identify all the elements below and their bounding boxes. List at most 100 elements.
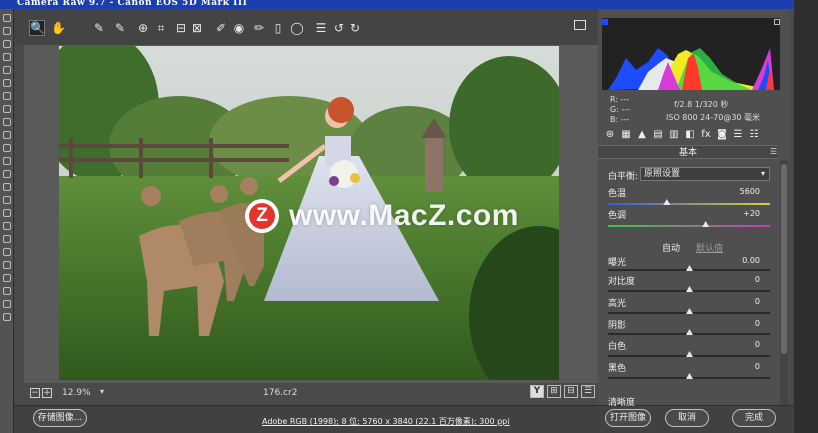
fullscreen-toggle-icon[interactable] xyxy=(574,20,586,30)
zoom-in-button[interactable]: + xyxy=(42,388,52,398)
tool-icon[interactable] xyxy=(3,157,11,165)
photoshop-tool-strip xyxy=(0,9,14,433)
photoshop-right-dock xyxy=(794,0,818,433)
tool-icon[interactable] xyxy=(3,196,11,204)
exposure-label: 曝光 xyxy=(608,258,627,268)
whites-value[interactable]: 0 xyxy=(700,340,760,349)
targeted-adjustment-tool-icon[interactable]: ⊕ xyxy=(136,21,150,35)
window-title-bar: Camera Raw 9.7 - Canon EOS 5D Mark III xyxy=(0,0,818,9)
preview-status-bar: − + 12.9% ▾ 176.cr2 Y ⊞ ⊟ ☰ xyxy=(24,384,598,402)
tool-icon[interactable] xyxy=(3,118,11,126)
watermark-text: www.MacZ.com xyxy=(289,199,519,232)
tool-icon[interactable] xyxy=(3,287,11,295)
tool-icon[interactable] xyxy=(3,40,11,48)
tool-icon[interactable] xyxy=(3,248,11,256)
tool-icon[interactable] xyxy=(3,79,11,87)
zoom-out-button[interactable]: − xyxy=(30,388,40,398)
tool-icon[interactable] xyxy=(3,300,11,308)
shadow-clipping-warning-icon[interactable] xyxy=(602,19,608,25)
tool-icon[interactable] xyxy=(3,274,11,282)
watermark: Z www.MacZ.com xyxy=(245,196,519,236)
tool-icon[interactable] xyxy=(3,144,11,152)
white-balance-label: 白平衡: xyxy=(608,172,639,182)
crop-tool-icon[interactable]: ⌗ xyxy=(154,21,168,35)
file-name: 176.cr2 xyxy=(263,388,298,398)
lens-corrections-tab-icon[interactable]: ◧ xyxy=(684,129,696,141)
tone-curve-tab-icon[interactable]: ▦ xyxy=(620,129,632,141)
highlights-value[interactable]: 0 xyxy=(700,297,760,306)
highlight-clipping-warning-icon[interactable] xyxy=(774,19,780,25)
rotate-left-icon[interactable]: ↺ xyxy=(332,21,346,35)
tool-icon[interactable] xyxy=(3,222,11,230)
tool-icon[interactable] xyxy=(3,131,11,139)
whites-label: 白色 xyxy=(608,342,627,352)
graduated-filter-icon[interactable]: ▯ xyxy=(271,21,285,35)
swap-view-button[interactable]: ⊞ xyxy=(547,385,561,398)
radial-filter-icon[interactable]: ◯ xyxy=(290,21,304,35)
exposure-value[interactable]: 0.00 xyxy=(700,256,760,265)
tool-icon[interactable] xyxy=(3,209,11,217)
cancel-button[interactable]: 取消 xyxy=(665,409,709,427)
done-button[interactable]: 完成 xyxy=(732,409,776,427)
auto-link[interactable]: 自动 xyxy=(662,241,680,254)
tool-icon[interactable] xyxy=(3,53,11,61)
shadows-label: 阴影 xyxy=(608,321,627,331)
tool-icon[interactable] xyxy=(3,183,11,191)
snapshots-tab-icon[interactable]: ☷ xyxy=(748,129,760,141)
copy-settings-button[interactable]: ⊟ xyxy=(564,385,578,398)
straighten-tool-icon[interactable]: ⊟ xyxy=(174,21,188,35)
temperature-value[interactable]: 5600 xyxy=(700,187,760,196)
panel-scrollbar[interactable] xyxy=(780,160,788,405)
white-balance-select[interactable]: 原照设置 ▾ xyxy=(640,167,770,181)
color-sampler-tool-icon[interactable]: ✎ xyxy=(113,21,127,35)
preferences-icon[interactable]: ☰ xyxy=(314,21,328,35)
spot-removal-tool-icon[interactable]: ✐ xyxy=(214,21,228,35)
tool-icon[interactable] xyxy=(3,66,11,74)
tool-icon[interactable] xyxy=(3,27,11,35)
hand-tool-icon[interactable]: ✋ xyxy=(51,21,66,35)
camera-raw-toolbar: 🔍 ✋ ✎ ✎ ⊕ ⌗ ⊟ ⊠ ✐ ◉ ✏ ▯ ◯ ☰ ↺ ↻ xyxy=(14,9,600,45)
temperature-slider-track[interactable] xyxy=(608,203,770,205)
tool-icon[interactable] xyxy=(3,235,11,243)
default-link[interactable]: 默认值 xyxy=(696,241,723,254)
tool-icon[interactable] xyxy=(3,261,11,269)
adjustment-brush-icon[interactable]: ✏ xyxy=(252,21,266,35)
before-after-toggle-button[interactable]: Y xyxy=(530,385,544,398)
tool-icon[interactable] xyxy=(3,105,11,113)
scrollbar-thumb[interactable] xyxy=(781,164,787,354)
camera-calibration-tab-icon[interactable]: ◙ xyxy=(716,129,728,141)
tint-value[interactable]: +20 xyxy=(700,209,760,218)
hsl-tab-icon[interactable]: ▤ xyxy=(652,129,664,141)
tool-icon[interactable] xyxy=(3,14,11,22)
zoom-level[interactable]: 12.9% xyxy=(62,388,91,398)
effects-tab-icon[interactable]: fx xyxy=(700,129,712,141)
panel-title: 基本 xyxy=(598,145,778,159)
panel-menu-icon[interactable]: ☰ xyxy=(770,147,777,156)
rgb-b-readout: B: --- xyxy=(610,115,630,124)
chevron-down-icon[interactable]: ▾ xyxy=(100,387,104,396)
split-toning-tab-icon[interactable]: ▥ xyxy=(668,129,680,141)
basic-tab-icon[interactable]: ⊛ xyxy=(604,129,616,141)
histogram-graph xyxy=(608,48,774,90)
blacks-value[interactable]: 0 xyxy=(700,362,760,371)
white-balance-tool-icon[interactable]: ✎ xyxy=(92,21,106,35)
zoom-tool-icon[interactable]: 🔍 xyxy=(29,20,45,36)
transform-tool-icon[interactable]: ⊠ xyxy=(190,21,204,35)
contrast-value[interactable]: 0 xyxy=(700,275,760,284)
red-eye-tool-icon[interactable]: ◉ xyxy=(232,21,246,35)
detail-tab-icon[interactable]: ▲ xyxy=(636,129,648,141)
tint-slider-track[interactable] xyxy=(608,225,770,227)
tint-label: 色调 xyxy=(608,211,627,221)
tool-icon[interactable] xyxy=(3,313,11,321)
view-toggle-group: Y ⊞ ⊟ ☰ xyxy=(530,385,595,398)
open-image-button[interactable]: 打开图像 xyxy=(605,409,651,427)
presets-tab-icon[interactable]: ☰ xyxy=(732,129,744,141)
rotate-right-icon[interactable]: ↻ xyxy=(348,21,362,35)
save-image-button[interactable]: 存储图像... xyxy=(33,409,87,427)
highlights-label: 高光 xyxy=(608,299,627,309)
tool-icon[interactable] xyxy=(3,170,11,178)
workflow-options-link[interactable]: Adobe RGB (1998); 8 位; 5760 x 3840 (22.1… xyxy=(262,416,509,427)
tool-icon[interactable] xyxy=(3,92,11,100)
toggle-settings-button[interactable]: ☰ xyxy=(581,385,595,398)
shadows-value[interactable]: 0 xyxy=(700,319,760,328)
